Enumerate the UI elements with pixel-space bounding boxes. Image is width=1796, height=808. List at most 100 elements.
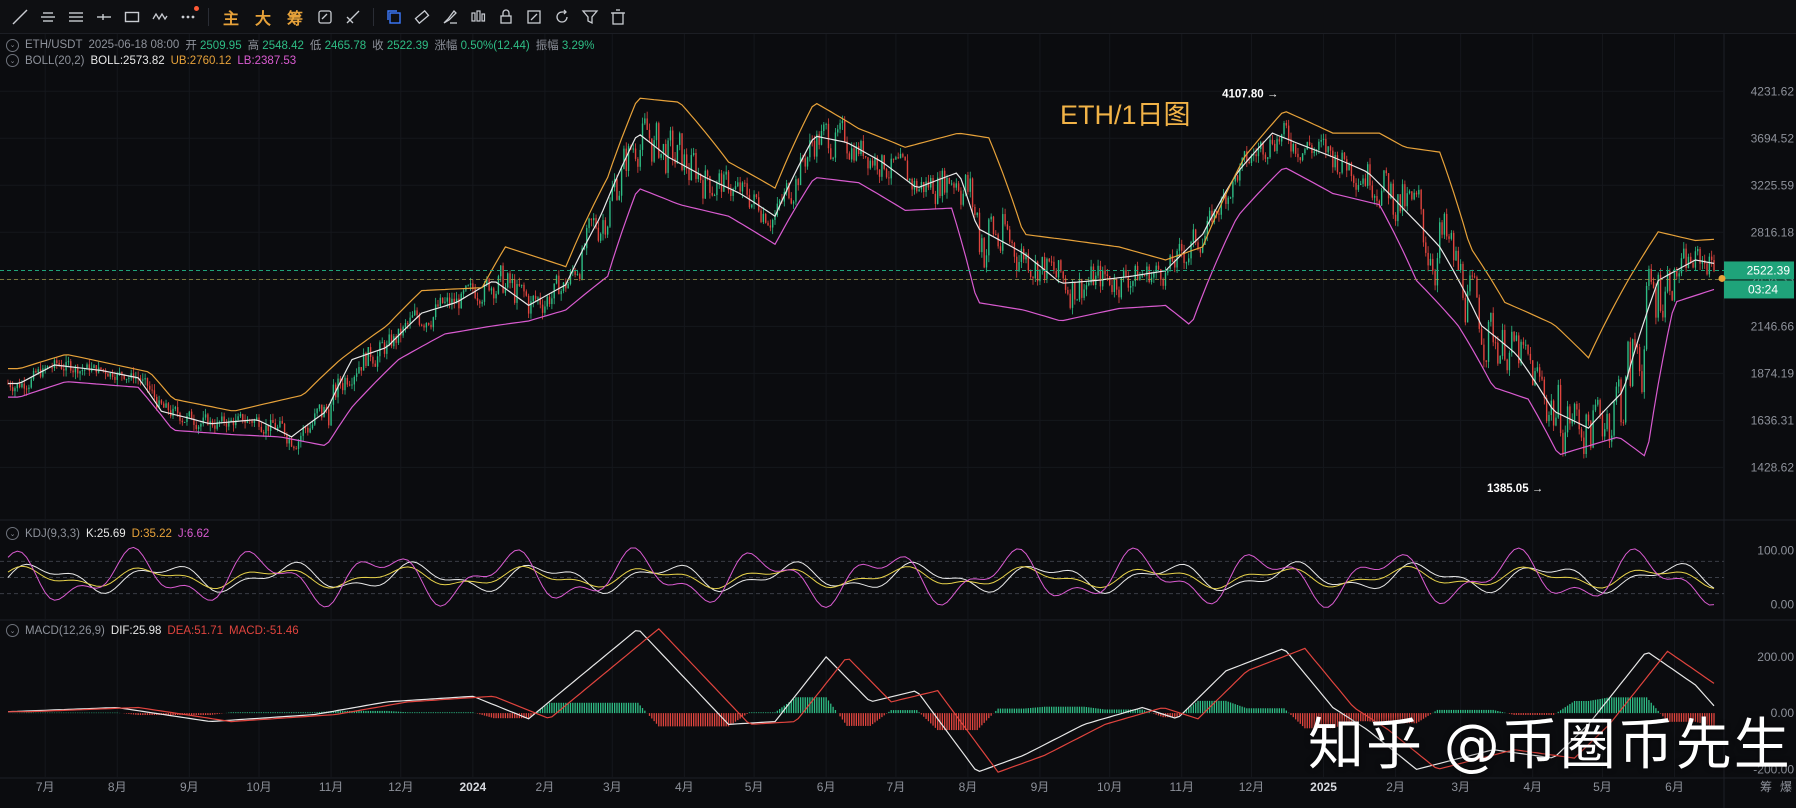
candle-body: [1697, 248, 1699, 252]
brush-icon[interactable]: [436, 3, 464, 31]
change-value: 0.50%(12.44): [460, 40, 530, 52]
main-indicator-button[interactable]: 主: [215, 3, 247, 31]
candle-body: [21, 383, 23, 388]
collapse-icon[interactable]: ⌄: [6, 624, 19, 637]
candle-body: [971, 178, 974, 207]
candle-body: [125, 378, 128, 380]
candle-body: [1622, 422, 1625, 424]
candle-body: [1043, 257, 1046, 279]
candle-body: [723, 174, 725, 192]
refresh-icon[interactable]: [548, 3, 576, 31]
candle-body: [172, 408, 174, 417]
candle-body: [934, 193, 937, 204]
candle-body: [978, 212, 981, 253]
big-indicator-button[interactable]: 大: [247, 3, 279, 31]
candle-body: [1069, 293, 1071, 308]
candle-body: [348, 384, 351, 386]
candle-body: [1618, 379, 1620, 387]
candle-body: [1232, 181, 1234, 198]
candle-body: [404, 322, 407, 327]
candle-body: [1139, 276, 1141, 281]
candle-body: [767, 222, 769, 226]
candle-body: [1462, 263, 1464, 298]
candle-body: [330, 404, 332, 426]
filter-icon[interactable]: [576, 3, 604, 31]
candle-body: [620, 168, 623, 196]
candle-body: [1064, 278, 1067, 290]
candle-body: [1643, 349, 1645, 393]
measure-icon[interactable]: [339, 3, 367, 31]
collapse-icon[interactable]: ⌄: [6, 527, 19, 540]
candle-body: [1362, 178, 1364, 184]
candle-body: [176, 407, 179, 413]
chips-indicator-button[interactable]: 筹: [279, 3, 311, 31]
candle-body: [446, 297, 448, 302]
close-value: 2522.39: [386, 40, 429, 52]
candle-body: [1185, 262, 1188, 264]
collapse-icon[interactable]: ⌄: [6, 38, 19, 52]
candle-body: [1029, 270, 1032, 277]
candle-body: [427, 322, 430, 325]
candle-body: [1083, 289, 1085, 298]
more-icon[interactable]: [174, 3, 202, 31]
candle-body: [109, 372, 111, 377]
candle-time: 2025-06-18 08:00: [88, 39, 180, 51]
candle-body: [195, 424, 197, 430]
candle-body: [862, 140, 865, 156]
trash-icon[interactable]: [604, 3, 632, 31]
parallel-lines-icon[interactable]: [62, 3, 90, 31]
candle-body: [1218, 213, 1220, 215]
boll-name[interactable]: BOLL(20,2): [25, 55, 84, 67]
candle-body: [262, 431, 265, 434]
candle-body: [1102, 270, 1104, 287]
candle-body: [1229, 197, 1232, 199]
candle-body: [844, 120, 846, 142]
collapse-icon[interactable]: ⌄: [6, 54, 19, 67]
low-value: 2465.78: [324, 40, 367, 52]
candle-body: [943, 170, 946, 193]
candle-body: [1357, 185, 1360, 190]
candle-body: [409, 317, 411, 324]
x-axis-label: 6月: [817, 780, 836, 794]
ruler-icon[interactable]: [408, 3, 436, 31]
candle-body: [804, 158, 806, 167]
candle-body: [95, 365, 98, 373]
candle-body: [544, 306, 546, 313]
watermark: 知乎 @币圈币先生: [1308, 713, 1792, 778]
edit-note-icon[interactable]: [520, 3, 548, 31]
candle-body: [1480, 328, 1483, 345]
lock-icon[interactable]: [492, 3, 520, 31]
cross-line-icon[interactable]: [90, 3, 118, 31]
candle-body: [242, 414, 244, 422]
candle-body: [1136, 265, 1139, 281]
copy-drawing-icon[interactable]: [380, 3, 408, 31]
line-tool-icon[interactable]: [6, 3, 34, 31]
pattern-icon[interactable]: [146, 3, 174, 31]
candles-icon[interactable]: [464, 3, 492, 31]
macd-name[interactable]: MACD(12,26,9): [25, 625, 105, 637]
candlestick-chart[interactable]: 7月 8月 9月 10月 11月 12月 2024 2月 3月 4月 5月 6月 7月 8月 9月 10月 11…: [0, 34, 1796, 808]
candle-body: [883, 155, 885, 169]
x-axis-label: 5月: [1593, 780, 1612, 794]
candle-body: [718, 173, 720, 183]
magnet-icon[interactable]: [311, 3, 339, 31]
candle-body: [537, 297, 539, 299]
rectangle-icon[interactable]: [118, 3, 146, 31]
candle-body: [720, 173, 723, 192]
kdj-name[interactable]: KDJ(9,3,3): [25, 528, 80, 540]
candle-body: [660, 153, 662, 158]
candle-body: [834, 132, 837, 158]
candle-body: [878, 169, 881, 177]
candle-body: [1341, 152, 1343, 173]
horizontal-ray-icon[interactable]: [34, 3, 62, 31]
price-axis-label: 4231.62: [1751, 84, 1795, 98]
candle-body: [1360, 183, 1362, 186]
candle-body: [414, 310, 416, 316]
candle-body: [174, 407, 177, 409]
candle-body: [144, 378, 146, 380]
candle-body: [904, 156, 906, 161]
candle-body: [967, 174, 969, 192]
candle-body: [853, 148, 855, 161]
candle-body: [200, 423, 202, 427]
candle-body: [53, 360, 56, 368]
